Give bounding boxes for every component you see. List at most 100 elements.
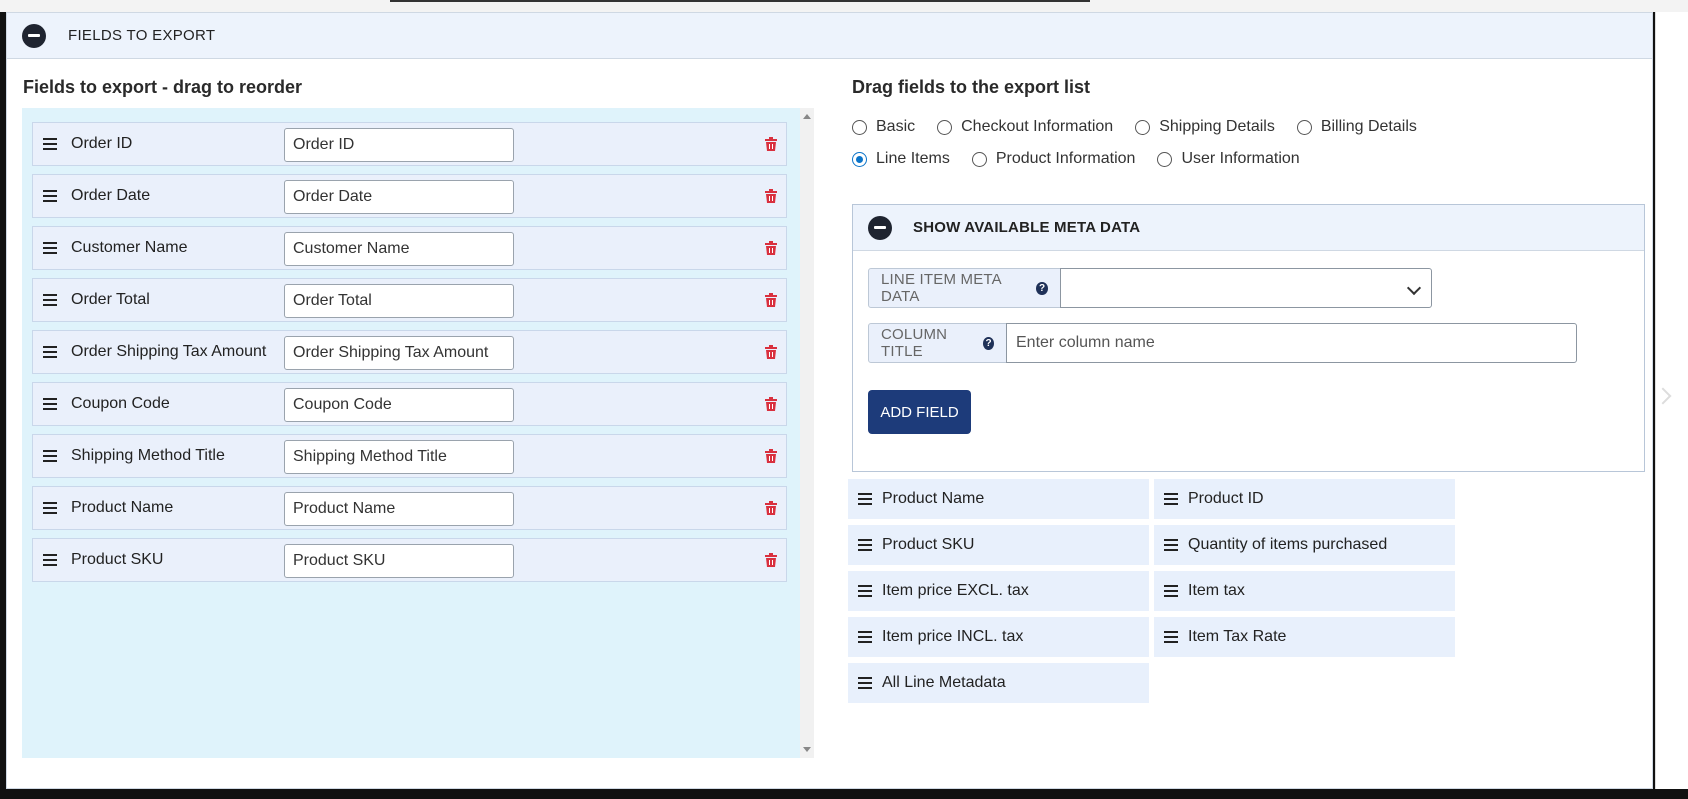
column-name-input[interactable] xyxy=(284,336,514,370)
trash-icon[interactable] xyxy=(765,397,777,411)
column-name-input[interactable] xyxy=(284,284,514,318)
available-field-label: Item Tax Rate xyxy=(1188,628,1287,645)
radio-label: Line Items xyxy=(876,150,950,167)
trash-icon[interactable] xyxy=(765,553,777,567)
available-field-item[interactable]: Quantity of items purchased xyxy=(1154,525,1455,565)
drag-handle-icon[interactable] xyxy=(43,346,57,358)
export-field-row[interactable]: Customer Name xyxy=(32,226,787,270)
export-field-row[interactable]: Order ID xyxy=(32,122,787,166)
radio-button[interactable] xyxy=(1157,151,1173,167)
column-name-input[interactable] xyxy=(284,544,514,578)
drag-handle-icon[interactable] xyxy=(1164,539,1178,551)
help-icon[interactable]: ? xyxy=(1036,281,1048,295)
trash-icon[interactable] xyxy=(765,241,777,255)
scroll-up-icon[interactable] xyxy=(803,114,811,119)
radio-button[interactable] xyxy=(852,119,867,135)
radio-button[interactable] xyxy=(971,151,987,167)
available-field-item[interactable]: Item tax xyxy=(1154,571,1455,611)
field-label: Order Shipping Tax Amount xyxy=(71,343,267,360)
column-name-input[interactable] xyxy=(284,492,514,526)
minus-circle-icon[interactable] xyxy=(868,215,892,240)
available-field-item[interactable]: All Line Metadata xyxy=(848,663,1149,703)
trash-icon[interactable] xyxy=(765,345,777,359)
export-field-list[interactable]: Order ID Order Date Customer Name Order Tot… xyxy=(22,108,814,758)
scroll-down-icon[interactable] xyxy=(803,747,811,752)
drag-handle-icon[interactable] xyxy=(43,398,57,410)
field-label: Order ID xyxy=(71,135,133,152)
trash-icon[interactable] xyxy=(765,449,777,463)
column-name-input[interactable] xyxy=(284,180,514,214)
export-field-row[interactable]: Order Shipping Tax Amount xyxy=(32,330,787,374)
available-field-label: Item price INCL. tax xyxy=(882,628,1024,645)
drag-handle-icon[interactable] xyxy=(858,493,872,505)
available-field-item[interactable]: Product SKU xyxy=(848,525,1149,565)
column-title-label: COLUMN TITLE ? xyxy=(868,323,1007,363)
export-field-row[interactable]: Coupon Code xyxy=(32,382,787,426)
line-item-meta-select[interactable] xyxy=(1060,268,1432,308)
available-field-label: Quantity of items purchased xyxy=(1188,536,1388,553)
help-icon[interactable]: ? xyxy=(983,336,994,350)
available-field-item[interactable]: Item price INCL. tax xyxy=(848,617,1149,657)
column-name-input[interactable] xyxy=(284,128,514,162)
trash-icon[interactable] xyxy=(765,293,777,307)
export-field-row[interactable]: Product SKU xyxy=(32,538,787,582)
meta-data-box: SHOW AVAILABLE META DATA LINE ITEM META … xyxy=(852,204,1645,472)
trash-icon[interactable] xyxy=(765,501,777,515)
radio-option[interactable]: Product Information xyxy=(971,150,1135,168)
radio-option[interactable]: Checkout Information xyxy=(937,118,1113,136)
drag-handle-icon[interactable] xyxy=(1164,585,1178,597)
page-top-strip xyxy=(0,0,1688,12)
export-field-row[interactable]: Shipping Method Title xyxy=(32,434,787,478)
scrollbar[interactable] xyxy=(800,108,814,758)
drag-handle-icon[interactable] xyxy=(43,502,57,514)
drag-handle-icon[interactable] xyxy=(858,631,872,643)
available-field-item[interactable]: Item Tax Rate xyxy=(1154,617,1455,657)
radio-option[interactable]: Billing Details xyxy=(1296,118,1417,136)
drag-handle-icon[interactable] xyxy=(43,294,57,306)
column-name-input[interactable] xyxy=(284,388,514,422)
radio-label: Shipping Details xyxy=(1159,118,1275,135)
column-name-input[interactable] xyxy=(284,232,514,266)
add-field-button[interactable]: ADD FIELD xyxy=(868,390,971,434)
export-field-row[interactable]: Order Date xyxy=(32,174,787,218)
radio-button[interactable] xyxy=(1296,119,1312,135)
radio-label: User Information xyxy=(1181,150,1300,167)
drag-handle-icon[interactable] xyxy=(858,539,872,551)
radio-button[interactable] xyxy=(937,119,953,135)
panel-title: FIELDS TO EXPORT xyxy=(68,27,216,44)
radio-button[interactable] xyxy=(1135,119,1151,135)
available-field-item[interactable]: Item price EXCL. tax xyxy=(848,571,1149,611)
drag-handle-icon[interactable] xyxy=(43,554,57,566)
field-group-radios: Basic Checkout Information Shipping Detail… xyxy=(852,111,1552,175)
drag-handle-icon[interactable] xyxy=(43,242,57,254)
radio-option[interactable]: User Information xyxy=(1157,150,1300,168)
trash-icon[interactable] xyxy=(765,137,777,151)
available-field-item[interactable]: Product ID xyxy=(1154,479,1455,519)
drag-handle-icon[interactable] xyxy=(858,585,872,597)
field-label: Shipping Method Title xyxy=(71,447,225,464)
minus-circle-icon[interactable] xyxy=(22,23,46,48)
radio-option[interactable]: Line Items xyxy=(852,150,950,168)
field-label: Product Name xyxy=(71,499,174,516)
radio-label: Checkout Information xyxy=(961,118,1114,135)
drag-handle-icon[interactable] xyxy=(1164,493,1178,505)
radio-option[interactable]: Shipping Details xyxy=(1135,118,1275,136)
drag-handle-icon[interactable] xyxy=(43,190,57,202)
field-label: Order Total xyxy=(71,291,150,308)
available-field-item[interactable]: Product Name xyxy=(848,479,1149,519)
drag-handle-icon[interactable] xyxy=(858,677,872,689)
field-label: Order Date xyxy=(71,187,151,204)
column-title-input[interactable] xyxy=(1006,323,1577,363)
export-field-row[interactable]: Order Total xyxy=(32,278,787,322)
column-name-input[interactable] xyxy=(284,440,514,474)
radio-button[interactable] xyxy=(852,151,867,167)
panel-header[interactable]: FIELDS TO EXPORT xyxy=(7,13,1652,59)
radio-option[interactable]: Basic xyxy=(852,118,915,136)
drag-handle-icon[interactable] xyxy=(43,138,57,150)
export-field-row[interactable]: Product Name xyxy=(32,486,787,530)
drag-handle-icon[interactable] xyxy=(1164,631,1178,643)
meta-data-header[interactable]: SHOW AVAILABLE META DATA xyxy=(853,205,1644,251)
drag-handle-icon[interactable] xyxy=(43,450,57,462)
trash-icon[interactable] xyxy=(765,189,777,203)
meta-data-title: SHOW AVAILABLE META DATA xyxy=(913,219,1141,236)
